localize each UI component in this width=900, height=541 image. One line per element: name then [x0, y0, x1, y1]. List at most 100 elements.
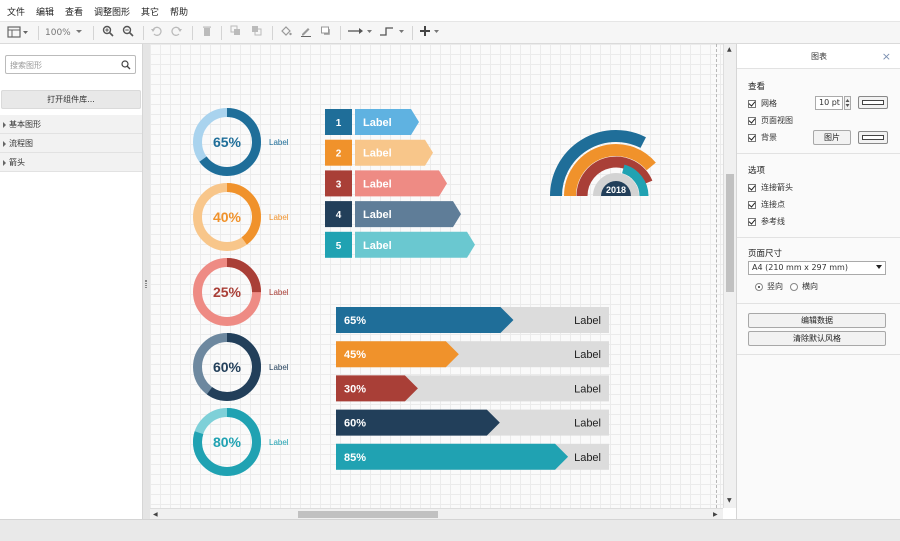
scroll-up-icon[interactable]: ▲: [727, 46, 732, 53]
zoom-select[interactable]: 100%: [45, 25, 85, 41]
to-back-button[interactable]: [249, 25, 265, 41]
section-basic-shapes[interactable]: 基本图形: [0, 115, 142, 134]
chevron-right-icon: [3, 121, 6, 128]
waypoints-button[interactable]: [379, 25, 405, 41]
search-placeholder: 搜索图形: [10, 61, 42, 70]
scroll-right-icon[interactable]: ▶: [713, 511, 718, 518]
progress-bar-percent: 65%: [344, 315, 366, 327]
horizontal-scrollbar[interactable]: ◀ ▶: [150, 508, 723, 519]
donut-percent: 65%: [213, 134, 242, 150]
toolbar-separator: [412, 26, 413, 40]
portrait-option[interactable]: 竖向: [755, 282, 783, 292]
chevron-down-icon: [75, 30, 82, 33]
zoom-out-button[interactable]: [120, 25, 136, 41]
grid-option[interactable]: 网格: [748, 99, 777, 109]
menu-view[interactable]: 查看: [65, 5, 83, 18]
zoom-in-button[interactable]: [100, 25, 116, 41]
progress-bar-fill-5[interactable]: [336, 443, 569, 470]
drag-handle-icon: [145, 280, 147, 288]
background-option[interactable]: 背景: [748, 133, 777, 143]
page-view-checkbox[interactable]: [748, 116, 756, 125]
edit-data-button[interactable]: 编辑数据: [748, 313, 886, 328]
connection-arrows-option[interactable]: 连接箭头: [748, 183, 793, 193]
redo-icon: [171, 26, 182, 36]
menu-arrange[interactable]: 调整图形: [94, 5, 130, 18]
horizontal-scroll-thumb[interactable]: [298, 511, 438, 518]
grid-label: 网格: [761, 99, 777, 108]
toolbar-separator: [192, 26, 193, 40]
donut-label: Label: [269, 438, 289, 447]
infographic-diagram: 65% Label 40% Label 25% Label 60% Label 80% Label…: [193, 108, 656, 476]
toolbar-separator: [221, 26, 222, 40]
donut-label: Label: [269, 213, 289, 222]
undo-icon: [151, 26, 162, 36]
fill-color-button[interactable]: [279, 25, 293, 41]
chevron-right-icon: [3, 140, 6, 147]
sidebar-splitter[interactable]: [143, 44, 150, 519]
scroll-left-icon[interactable]: ◀: [153, 511, 158, 518]
grid-checkbox[interactable]: [748, 99, 756, 108]
grid-size-stepper[interactable]: [844, 96, 851, 110]
background-color-swatch[interactable]: [858, 131, 888, 144]
layout-icon: [7, 26, 28, 38]
landscape-label: 横向: [802, 282, 818, 291]
grid-size-input[interactable]: 10 pt: [815, 96, 843, 110]
connection-arrows-checkbox[interactable]: [748, 183, 756, 192]
landscape-option[interactable]: 横向: [790, 282, 818, 292]
section-arrows[interactable]: 箭头: [0, 153, 142, 172]
background-checkbox[interactable]: [748, 133, 756, 142]
connection-style-button[interactable]: [347, 25, 373, 41]
panel-tab-diagram[interactable]: 图表 ×: [737, 44, 900, 69]
menu-file[interactable]: 文件: [7, 5, 25, 18]
diagram-canvas[interactable]: 65% Label 40% Label 25% Label 60% Label 80% Label…: [150, 44, 723, 508]
close-icon[interactable]: ×: [882, 44, 891, 69]
shadow-button[interactable]: [319, 25, 333, 41]
guides-checkbox[interactable]: [748, 217, 756, 226]
bring-to-front-icon: [230, 25, 240, 35]
vertical-scrollbar[interactable]: ▲ ▼: [723, 44, 736, 508]
donut-label: Label: [269, 363, 289, 372]
page-view-option[interactable]: 页面视图: [748, 116, 793, 126]
to-front-button[interactable]: [228, 25, 244, 41]
donut-percent: 80%: [213, 434, 242, 450]
line-color-button[interactable]: [299, 25, 313, 41]
open-library-button[interactable]: 打开组件库...: [1, 90, 141, 109]
guides-option[interactable]: 参考线: [748, 217, 785, 227]
page-view-label: 页面视图: [761, 116, 793, 125]
delete-button[interactable]: [200, 25, 214, 41]
search-icon[interactable]: [121, 60, 131, 70]
panels-toggle-button[interactable]: [6, 25, 30, 41]
section-flowchart[interactable]: 流程图: [0, 134, 142, 153]
connection-points-option[interactable]: 连接点: [748, 200, 785, 210]
page-size-select[interactable]: A4 (210 mm x 297 mm): [748, 261, 886, 275]
spinner-arrows-icon: [845, 99, 850, 107]
donut-label: Label: [269, 138, 289, 147]
menu-help[interactable]: 帮助: [170, 5, 188, 18]
step-label: Label: [363, 117, 392, 129]
section-label: 箭头: [9, 158, 25, 167]
plus-icon: [420, 26, 439, 36]
step-number: 1: [336, 118, 342, 129]
search-input[interactable]: 搜索图形: [5, 55, 136, 74]
insert-button[interactable]: [418, 25, 444, 41]
step-number: 5: [336, 241, 342, 252]
grid-color-swatch[interactable]: [858, 96, 888, 109]
toolbar-separator: [340, 26, 341, 40]
portrait-radio[interactable]: [755, 282, 763, 291]
clear-default-style-button[interactable]: 清除默认风格: [748, 331, 886, 346]
landscape-radio[interactable]: [790, 282, 798, 291]
menu-edit[interactable]: 编辑: [36, 5, 54, 18]
panel-divider: [737, 354, 900, 355]
connection-points-checkbox[interactable]: [748, 200, 756, 209]
background-label: 背景: [761, 133, 777, 142]
background-image-button[interactable]: 图片: [813, 130, 851, 145]
progress-bar-label: Label: [574, 383, 601, 395]
redo-button[interactable]: [170, 25, 184, 41]
guides-label: 参考线: [761, 217, 785, 226]
scroll-down-icon[interactable]: ▼: [727, 497, 732, 504]
format-panel: 图表 × 查看 网格 10 pt 页面视图 背景 图片 选项 连接箭头 连接点 …: [736, 44, 900, 519]
progress-bar-percent: 30%: [344, 383, 366, 395]
menu-extras[interactable]: 其它: [141, 5, 159, 18]
vertical-scroll-thumb[interactable]: [726, 174, 734, 292]
undo-button[interactable]: [149, 25, 163, 41]
